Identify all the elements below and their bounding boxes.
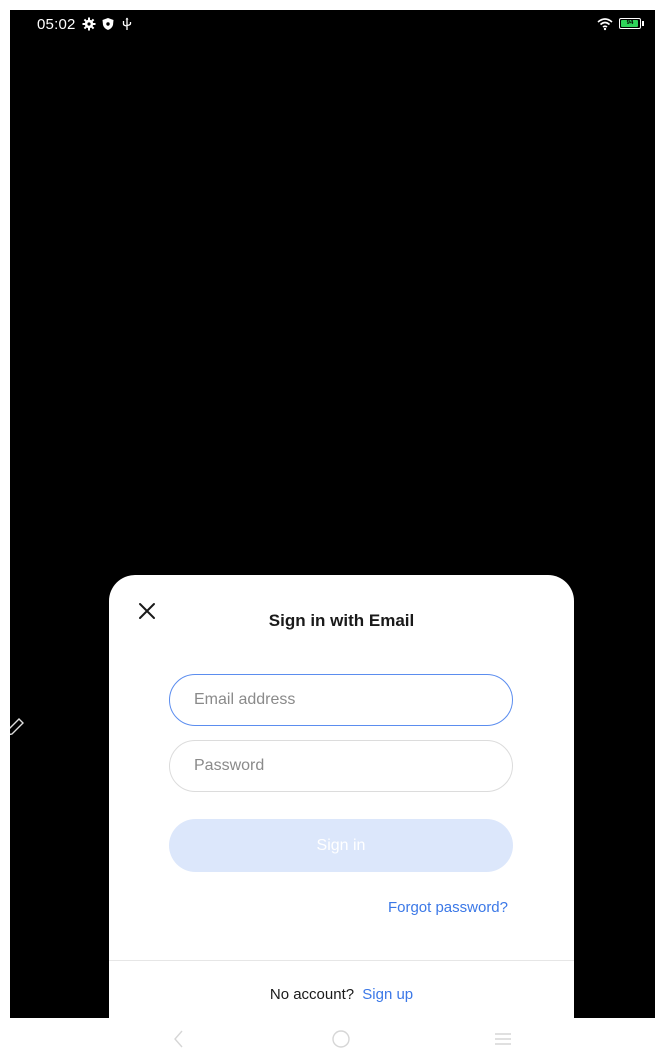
- battery-charging-icon: 94: [619, 18, 641, 29]
- sign-in-button[interactable]: Sign in: [169, 819, 513, 872]
- forgot-password-link[interactable]: Forgot password?: [388, 899, 508, 916]
- divider: [109, 960, 574, 961]
- email-field[interactable]: [169, 674, 513, 726]
- wifi-icon: [597, 17, 613, 31]
- sign-up-link[interactable]: Sign up: [362, 986, 413, 1003]
- menu-icon[interactable]: [492, 1028, 514, 1050]
- home-icon[interactable]: [330, 1028, 352, 1050]
- status-time: 05:02: [37, 16, 76, 33]
- dialog-title: Sign in with Email: [268, 611, 415, 630]
- signup-row: No account? Sign up: [109, 986, 574, 1003]
- battery-level: 94: [626, 20, 634, 26]
- sign-in-dialog: Sign in with Email Sign in Forgot passwo…: [109, 575, 574, 1018]
- back-icon[interactable]: [168, 1028, 190, 1050]
- battery-cap: [642, 21, 644, 26]
- settings-gear-icon: [82, 17, 96, 31]
- password-field[interactable]: [169, 740, 513, 792]
- pencil-icon[interactable]: [10, 716, 26, 738]
- status-bar: 05:02 94: [10, 10, 655, 40]
- app-screen: 05:02 94 Sign in with Email Email addres…: [10, 10, 655, 1018]
- usb-icon: [120, 17, 134, 31]
- navigation-bar: [0, 1020, 664, 1055]
- shield-icon: [101, 17, 115, 31]
- no-account-text: No account?: [269, 986, 355, 1003]
